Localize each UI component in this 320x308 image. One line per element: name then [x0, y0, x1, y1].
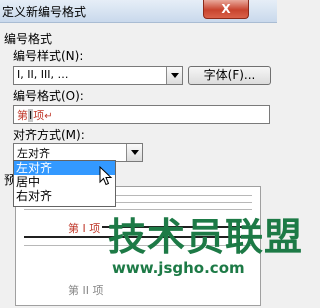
number-format-value: 第I项↵	[17, 107, 53, 123]
alignment-label: 对齐方式(M):	[13, 128, 85, 142]
number-style-dropdown-button[interactable]	[166, 67, 182, 84]
preview-sample-1: 第 I 项	[68, 222, 101, 235]
preview-sample-2: 第 II 项	[68, 284, 104, 297]
alignment-option-right[interactable]: 右对齐	[14, 189, 115, 203]
chevron-down-icon	[131, 150, 139, 155]
format-suffix: 项	[33, 109, 45, 122]
number-style-value: I, II, III, …	[17, 68, 69, 81]
number-style-label: 编号样式(N):	[13, 49, 84, 63]
chevron-down-icon	[171, 73, 179, 78]
number-format-input[interactable]: 第I项↵	[13, 105, 270, 124]
watermark-text: 技术员联盟	[108, 215, 304, 259]
font-button[interactable]: 字体(F)...	[188, 66, 271, 85]
close-icon: X	[221, 2, 231, 16]
mouse-pointer-icon	[99, 166, 113, 186]
number-style-select[interactable]: I, II, III, …	[13, 66, 183, 85]
alignment-value: 左对齐	[17, 147, 50, 160]
watermark-url: www.jsgho.com	[112, 259, 245, 277]
format-prefix: 第	[17, 109, 28, 122]
paragraph-mark-icon: ↵	[44, 111, 53, 122]
title-bar: 定义新编号格式 X	[0, 0, 277, 23]
number-format-label: 编号格式(O):	[13, 89, 84, 103]
alignment-dropdown-button[interactable]	[126, 144, 142, 161]
close-button[interactable]: X	[203, 0, 249, 19]
group-label-number-format: 编号格式	[4, 32, 53, 46]
dialog-title: 定义新编号格式	[2, 5, 87, 19]
